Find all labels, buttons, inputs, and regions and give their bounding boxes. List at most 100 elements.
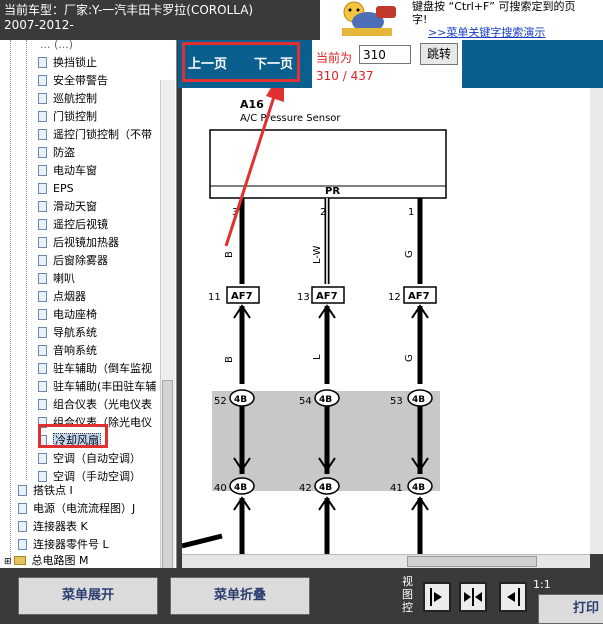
vehicle-title-line1: 当前车型：厂家:Y-一汽丰田卡罗拉(COROLLA) bbox=[4, 3, 254, 17]
svg-text:13: 13 bbox=[297, 292, 310, 303]
tree-item-22[interactable]: 空调（自动空调） bbox=[38, 450, 141, 468]
wire-label-g: G bbox=[404, 250, 415, 258]
pin-num-1: 1 bbox=[408, 207, 414, 218]
document-icon bbox=[38, 93, 47, 104]
tree-item-8[interactable]: 滑动天窗 bbox=[38, 198, 97, 216]
menu-collapse-button[interactable]: 菜单折叠 bbox=[170, 577, 310, 615]
view-label-char: 视 bbox=[402, 575, 413, 588]
current-page-label: 当前为 bbox=[316, 51, 353, 65]
tree-item-connector-list[interactable]: 连接器表 K bbox=[18, 518, 88, 536]
document-icon bbox=[18, 521, 27, 532]
view-left-button[interactable] bbox=[499, 582, 527, 612]
tree-item-12[interactable]: 喇叭 bbox=[38, 270, 75, 288]
svg-text:52: 52 bbox=[214, 396, 227, 407]
wire-label-mid-g: G bbox=[404, 354, 415, 362]
jump-button[interactable]: 跳转 bbox=[420, 43, 458, 65]
tree-item-cut[interactable]: ... (...) bbox=[40, 40, 73, 54]
sidebar-scroll-thumb[interactable] bbox=[162, 380, 173, 568]
tree-item-1[interactable]: 安全带警告 bbox=[38, 72, 108, 90]
document-icon bbox=[38, 75, 47, 86]
svg-text:AF7: AF7 bbox=[316, 291, 338, 302]
vehicle-title-line2: 2007-2012- bbox=[4, 18, 74, 32]
document-icon bbox=[38, 327, 47, 338]
view-right-button[interactable] bbox=[423, 582, 451, 612]
tree-item-6[interactable]: 电动车窗 bbox=[38, 162, 97, 180]
tree-item-17[interactable]: 驻车辅助（倒车监视 bbox=[38, 360, 152, 378]
menu-expand-button[interactable]: 菜单展开 bbox=[18, 577, 158, 615]
document-icon bbox=[38, 255, 47, 266]
expand-plus-icon[interactable]: ⊞ bbox=[4, 557, 12, 567]
hint-text: 键盘按 “Ctrl+F” 可搜索定到的页 字! bbox=[412, 0, 576, 26]
svg-text:AF7: AF7 bbox=[231, 291, 253, 302]
svg-text:4B: 4B bbox=[234, 395, 247, 405]
document-icon bbox=[38, 165, 47, 176]
document-icon bbox=[38, 345, 47, 356]
tree-item-5[interactable]: 防盗 bbox=[38, 144, 75, 162]
document-icon bbox=[38, 309, 47, 320]
document-icon bbox=[38, 129, 47, 140]
tree-item-10[interactable]: 后视镜加热器 bbox=[38, 234, 119, 252]
document-icon bbox=[38, 219, 47, 230]
document-icon bbox=[38, 57, 47, 68]
diagram-canvas: A16 A/C Pressure Sensor PR 3 2 1 B L-W G… bbox=[182, 88, 603, 554]
document-icon bbox=[38, 183, 47, 194]
component-id: A16 bbox=[240, 98, 264, 111]
svg-text:4B: 4B bbox=[319, 483, 332, 493]
view-center-button[interactable] bbox=[459, 582, 487, 612]
svg-text:40: 40 bbox=[214, 483, 227, 494]
prev-page-button[interactable]: 上一页 bbox=[188, 53, 227, 72]
menu-tree[interactable]: ... (...) 换挡锁止 安全带警告 巡航控制 门锁控制 遥控门锁控制（不带 防盗 电动… bbox=[0, 40, 177, 568]
svg-text:53: 53 bbox=[390, 396, 403, 407]
tree-item-13[interactable]: 点烟器 bbox=[38, 288, 86, 306]
tree-item-16[interactable]: 音响系统 bbox=[38, 342, 97, 360]
viewer-horizontal-scrollbar[interactable] bbox=[182, 554, 590, 569]
document-icon bbox=[38, 381, 47, 392]
viewer-vertical-scrollbar[interactable] bbox=[590, 88, 603, 554]
sidebar-vertical-scrollbar[interactable] bbox=[160, 80, 175, 568]
wiring-diagram[interactable]: A16 A/C Pressure Sensor PR 3 2 1 B L-W G… bbox=[182, 88, 603, 554]
next-page-button[interactable]: 下一页 bbox=[254, 53, 293, 72]
svg-text:54: 54 bbox=[299, 396, 312, 407]
tree-item-0[interactable]: 换挡锁止 bbox=[38, 54, 97, 72]
document-icon bbox=[38, 453, 47, 464]
vehicle-header: 当前车型：厂家:Y-一汽丰田卡罗拉(COROLLA) 2007-2012- bbox=[0, 0, 320, 40]
document-icon bbox=[38, 291, 47, 302]
tree-item-3[interactable]: 门锁控制 bbox=[38, 108, 97, 126]
document-icon bbox=[38, 399, 47, 410]
search-demo-link[interactable]: >>菜单关键字搜索演示 bbox=[428, 24, 545, 40]
tree-item-4[interactable]: 遥控门锁控制（不带 bbox=[38, 126, 152, 144]
document-icon bbox=[38, 147, 47, 158]
print-button[interactable]: 打印 bbox=[538, 594, 603, 624]
tree-item-overall-diagram[interactable]: ⊞ 总电路图 M bbox=[4, 552, 89, 568]
svg-text:42: 42 bbox=[299, 483, 312, 494]
tree-item-power-source[interactable]: 电源（电流流程图）J bbox=[18, 500, 135, 518]
document-icon bbox=[18, 503, 27, 514]
tree-item-14[interactable]: 电动座椅 bbox=[38, 306, 97, 324]
tree-item-ground-points[interactable]: 搭铁点 I bbox=[18, 482, 73, 500]
tree-item-9[interactable]: 遥控后视镜 bbox=[38, 216, 108, 234]
svg-text:4B: 4B bbox=[412, 483, 425, 493]
view-label-char: 控 bbox=[402, 601, 413, 614]
wire-label-b: B bbox=[224, 251, 235, 258]
svg-text:4B: 4B bbox=[234, 483, 247, 493]
tree-item-15[interactable]: 导航系统 bbox=[38, 324, 97, 342]
svg-text:4B: 4B bbox=[319, 395, 332, 405]
zoom-ratio: 1:1 bbox=[533, 578, 551, 591]
tree-item-19[interactable]: 组合仪表（光电仪表 bbox=[38, 396, 152, 414]
arrows-inward-icon bbox=[464, 588, 482, 606]
document-icon bbox=[38, 471, 47, 482]
component-name: A/C Pressure Sensor bbox=[240, 113, 341, 124]
tree-item-2[interactable]: 巡航控制 bbox=[38, 90, 97, 108]
page-count: 310 / 437 bbox=[316, 69, 374, 83]
document-icon bbox=[38, 237, 47, 248]
document-icon bbox=[38, 363, 47, 374]
tree-item-7[interactable]: EPS bbox=[38, 180, 74, 198]
document-icon bbox=[18, 539, 27, 550]
wire-label-lw: L-W bbox=[312, 245, 323, 264]
viewer-scroll-thumb[interactable] bbox=[407, 556, 537, 567]
page-number-input[interactable] bbox=[359, 45, 411, 64]
arrow-left-icon bbox=[507, 588, 520, 606]
tree-item-11[interactable]: 后窗除雾器 bbox=[38, 252, 108, 270]
svg-text:AF7: AF7 bbox=[408, 291, 430, 302]
tree-item-18[interactable]: 驻车辅助(丰田驻车辅 bbox=[38, 378, 156, 396]
